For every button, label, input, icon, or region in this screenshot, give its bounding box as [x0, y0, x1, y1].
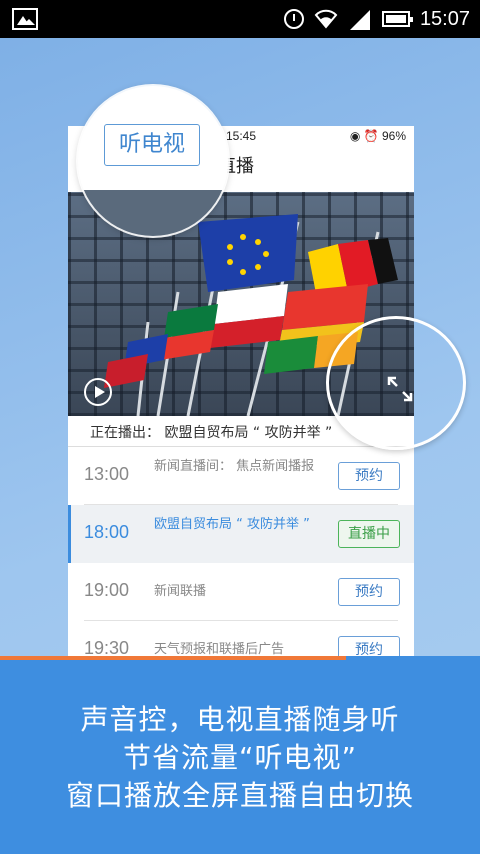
system-status-bar: 15:07 — [0, 0, 480, 38]
live-badge[interactable]: 直播中 — [338, 520, 400, 548]
play-button[interactable] — [84, 378, 112, 406]
promo-screen[interactable]: 15:45 ◉ ⏰ 96% 直播 正在播出： 欧盟自贸布局 “ 攻防并举 ” 1… — [0, 38, 480, 854]
listen-tv-button[interactable]: 听电视 — [104, 124, 200, 166]
schedule-row[interactable]: 13:00 新闻直播间： 焦点新闻播报 预约 — [68, 447, 414, 505]
fullscreen-expand-icon[interactable] — [386, 375, 414, 403]
wifi-icon — [314, 9, 338, 29]
reserve-button[interactable]: 预约 — [338, 462, 400, 490]
caption-panel: 声音控，电视直播随身听 节省流量“听电视” 窗口播放全屏直播自由切换 — [0, 660, 480, 854]
gallery-notification-icon — [12, 8, 38, 30]
reserve-button[interactable]: 预约 — [338, 578, 400, 606]
lock-rotation-icon: ◉ — [349, 129, 361, 143]
schedule-row-live[interactable]: 18:00 欧盟自贸布局 “ 攻防并举 ” 直播中 — [68, 505, 414, 563]
alarm-icon — [283, 9, 304, 29]
caption-line-1: 声音控，电视直播随身听 — [80, 703, 400, 736]
now-playing-text: 正在播出： 欧盟自贸布局 “ 攻防并举 ” — [90, 425, 333, 441]
phone-battery-text: 96% — [381, 129, 406, 143]
signal-icon — [349, 10, 370, 30]
magnifier-listen-tv: 听电视 — [78, 86, 228, 236]
phone-status-time: 15:45 — [226, 129, 257, 143]
schedule-row[interactable]: 19:00 新闻联播 预约 — [68, 563, 414, 621]
program-title: 新闻联播 — [154, 584, 207, 599]
battery-icon — [381, 11, 413, 27]
program-time: 18:00 — [84, 522, 130, 542]
program-time: 19:00 — [84, 580, 130, 600]
magnified-video-edge — [78, 190, 228, 236]
caption-line-2: 节省流量“听电视” — [122, 741, 357, 774]
program-title: 欧盟自贸布局 “ 攻防并举 ” — [154, 517, 310, 532]
program-title: 新闻直播间： 焦点新闻播报 — [154, 459, 315, 474]
caption-line-3: 窗口播放全屏直播自由切换 — [65, 779, 414, 812]
alarm-small-icon: ⏰ — [363, 129, 379, 143]
program-time: 13:00 — [84, 464, 130, 484]
status-time: 15:07 — [419, 7, 470, 30]
